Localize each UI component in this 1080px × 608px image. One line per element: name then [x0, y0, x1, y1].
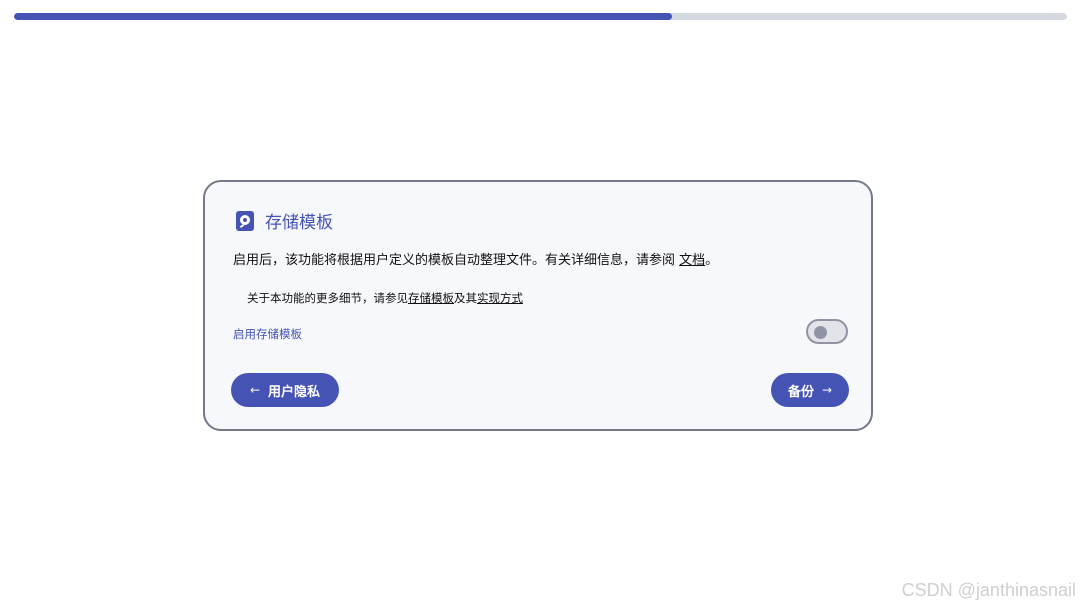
enable-storage-template-toggle[interactable] — [806, 319, 848, 344]
description-suffix: 。 — [705, 253, 719, 268]
detail-text: 关于本功能的更多细节，请参见存储模板及其实现方式 — [247, 290, 523, 306]
watermark: CSDN @janthinasnail — [901, 580, 1076, 600]
implementation-link[interactable]: 实现方式 — [477, 291, 523, 305]
toggle-knob — [814, 325, 827, 339]
card-title: 存储模板 — [265, 213, 333, 233]
storage-template-card: 存储模板 启用后，该功能将根据用户定义的模板自动整理文件。有关详细信息，请参阅 … — [203, 180, 873, 431]
enable-storage-template-label: 启用存储模板 — [233, 327, 302, 341]
progress-bar — [14, 13, 1067, 20]
storage-template-icon — [235, 210, 255, 232]
description-main: 启用后，该功能将根据用户定义的模板自动整理文件。有关详细信息，请参阅 — [233, 253, 680, 268]
card-header: 存储模板 — [235, 208, 333, 233]
progress-bar-fill — [14, 13, 673, 20]
detail-middle: 及其 — [454, 291, 477, 305]
arrow-left-icon: ← — [249, 383, 261, 397]
documentation-link[interactable]: 文档 — [679, 253, 705, 268]
back-user-privacy-button[interactable]: ← 用户隐私 — [231, 373, 339, 407]
detail-prefix: 关于本功能的更多细节，请参见 — [247, 291, 408, 305]
arrow-right-icon: → — [821, 383, 833, 397]
description-text: 启用后，该功能将根据用户定义的模板自动整理文件。有关详细信息，请参阅 文档。 — [233, 249, 718, 268]
back-button-label: 用户隐私 — [268, 384, 321, 400]
storage-template-link[interactable]: 存储模板 — [408, 291, 454, 305]
next-backup-button[interactable]: 备份 → — [771, 373, 849, 407]
next-button-label: 备份 — [787, 384, 814, 400]
